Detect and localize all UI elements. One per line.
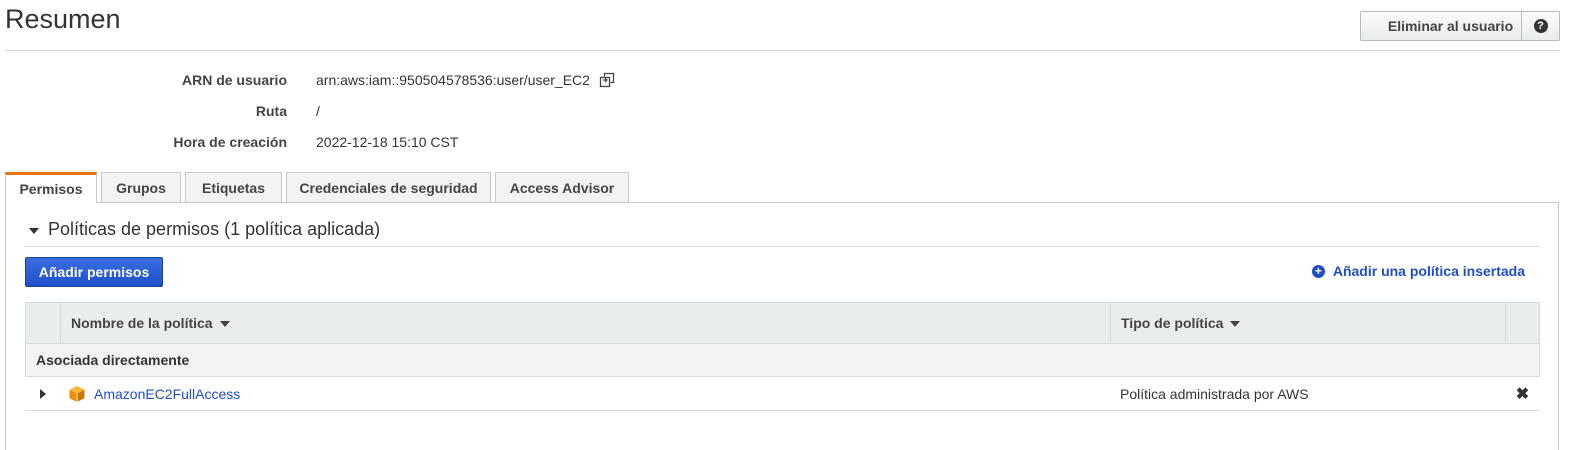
group-row-direct: Asociada directamente (25, 344, 1540, 377)
actions-column-header (1506, 303, 1539, 343)
page-title: Resumen (5, 4, 121, 34)
tab-credenciales[interactable]: Credenciales de seguridad (286, 172, 491, 202)
user-summary: ARN de usuario arn:aws:iam::950504578536… (0, 68, 900, 161)
help-button[interactable]: ? (1521, 11, 1560, 41)
page-header: Resumen Eliminar al usuario ? (5, 0, 1560, 51)
help-icon: ? (1533, 19, 1548, 33)
add-inline-policy-link[interactable]: + Añadir una política insertada (1311, 263, 1525, 279)
section-title: Políticas de permisos (1 política aplica… (48, 219, 381, 239)
created-label: Hora de creación (173, 134, 287, 150)
sort-down-icon (1230, 321, 1241, 327)
add-permissions-button[interactable]: Añadir permisos (25, 257, 163, 287)
permissions-section-toggle[interactable]: Políticas de permisos (1 política aplica… (25, 219, 1540, 247)
caret-down-icon (29, 228, 39, 234)
path-value: / (316, 103, 320, 119)
expand-column-header (26, 303, 61, 343)
created-value: 2022-12-18 15:10 CST (316, 134, 459, 150)
table-row: AmazonEC2FullAccess Política administrad… (25, 377, 1540, 411)
tab-permisos[interactable]: Permisos (5, 172, 97, 203)
arn-value-container: arn:aws:iam::950504578536:user/user_EC2 (316, 72, 615, 88)
policy-type-column-header[interactable]: Tipo de política (1111, 303, 1506, 343)
path-label: Ruta (255, 103, 287, 119)
copy-icon[interactable] (599, 72, 615, 88)
table-header: Nombre de la política Tipo de política (25, 302, 1540, 344)
plus-circle-icon: + (1311, 264, 1325, 278)
add-inline-policy-label: Añadir una política insertada (1332, 263, 1525, 279)
copy-icon-graphic (599, 72, 615, 88)
summary-row-created: Hora de creación 2022-12-18 15:10 CST (0, 130, 900, 161)
arn-value: arn:aws:iam::950504578536:user/user_EC2 (316, 72, 590, 88)
delete-user-button[interactable]: Eliminar al usuario (1360, 11, 1541, 41)
summary-row-path: Ruta / (0, 99, 900, 130)
policy-name-cell: AmazonEC2FullAccess (60, 377, 1110, 410)
sort-down-icon (219, 321, 230, 327)
user-tabs: Permisos Grupos Etiquetas Credenciales d… (5, 172, 633, 203)
close-icon: ✖ (1515, 385, 1530, 403)
policy-name-header-label: Nombre de la política (71, 315, 213, 331)
arn-label: ARN de usuario (181, 72, 287, 88)
policy-name-column-header[interactable]: Nombre de la política (61, 303, 1111, 343)
summary-row-arn: ARN de usuario arn:aws:iam::950504578536… (0, 68, 900, 99)
policy-type-cell: Política administrada por AWS (1120, 385, 1309, 402)
remove-policy-button[interactable]: ✖ (1505, 377, 1540, 410)
expand-row-toggle[interactable] (25, 377, 60, 410)
policy-type-header-label: Tipo de política (1121, 315, 1224, 331)
iam-user-summary-page: Resumen Eliminar al usuario ? ARN de usu… (0, 0, 1592, 450)
tab-grupos[interactable]: Grupos (101, 172, 181, 202)
policies-table: Nombre de la política Tipo de política A… (25, 302, 1540, 411)
policy-name-link[interactable]: AmazonEC2FullAccess (94, 386, 240, 402)
tab-etiquetas[interactable]: Etiquetas (185, 172, 282, 202)
permissions-panel: Políticas de permisos (1 política aplica… (5, 202, 1559, 450)
cube-icon (69, 385, 85, 402)
caret-right-icon (39, 388, 46, 399)
tab-access-advisor[interactable]: Access Advisor (495, 172, 629, 202)
